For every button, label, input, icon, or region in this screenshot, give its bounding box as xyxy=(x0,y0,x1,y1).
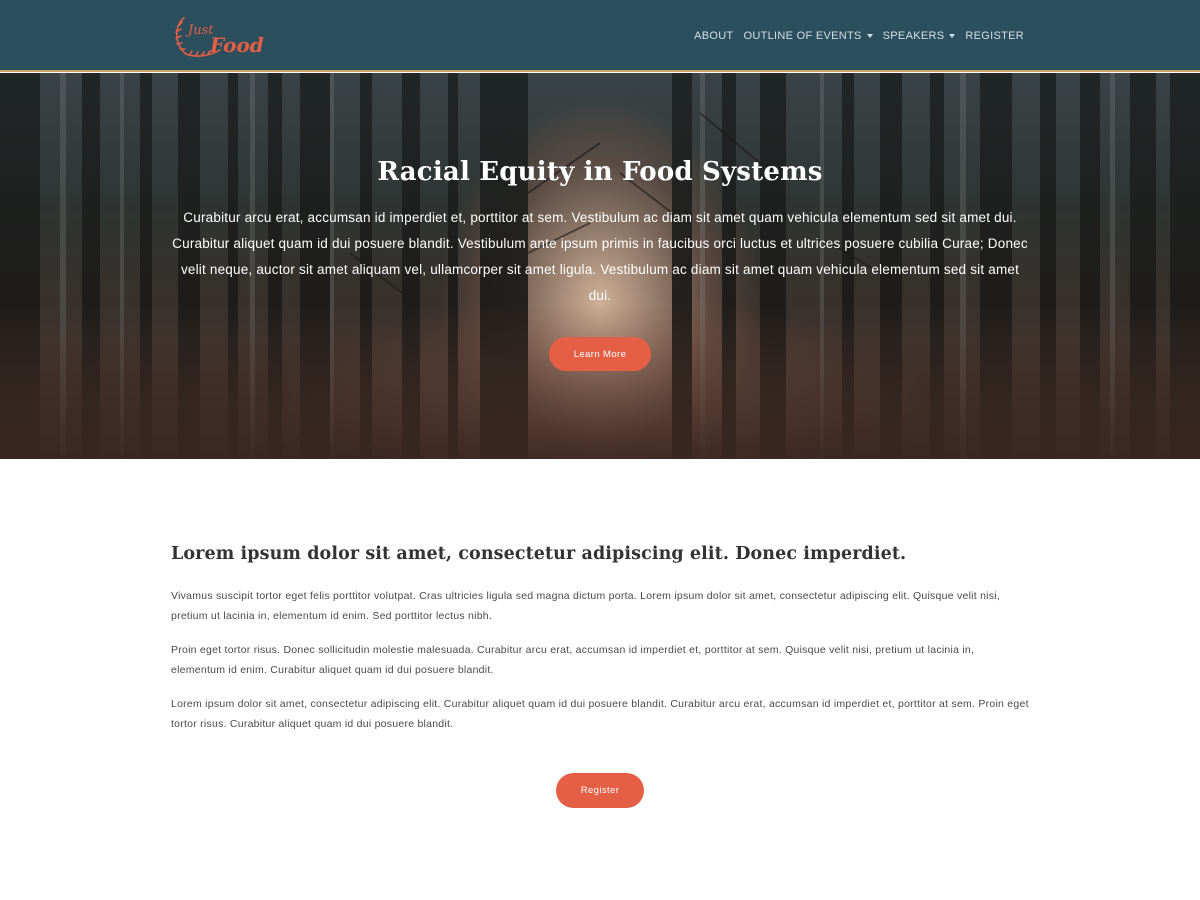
nav-about[interactable]: ABOUT xyxy=(694,30,733,42)
nav-speakers-label: SPEAKERS xyxy=(882,30,945,42)
nav-outline-label: OUTLINE OF EVENTS xyxy=(743,30,862,42)
learn-more-button[interactable]: Learn More xyxy=(549,337,651,371)
nav-register-label: REGISTER xyxy=(965,30,1024,42)
nav-about-label: ABOUT xyxy=(694,30,734,42)
register-button[interactable]: Register xyxy=(556,773,644,808)
section-heading: Lorem ipsum dolor sit amet, consectetur … xyxy=(171,544,907,564)
nav-register[interactable]: REGISTER xyxy=(965,30,1024,42)
nav-outline-of-events[interactable]: OUTLINE OF EVENTS xyxy=(743,30,873,42)
main-content: Lorem ipsum dolor sit amet, consectetur … xyxy=(171,544,1031,748)
logo-text-food: Food xyxy=(209,33,264,57)
paragraph: Proin eget tortor risus. Donec sollicitu… xyxy=(171,644,975,676)
just-food-logo[interactable]: Just Food xyxy=(170,12,266,60)
paragraph: Vivamus suscipit tortor eget felis portt… xyxy=(171,590,1000,622)
navbar: Just Food ABOUT OUTLINE OF EVENTS SPEAKE… xyxy=(0,0,1200,72)
hero-content: Racial Equity in Food Systems Curabitur … xyxy=(170,157,1030,309)
nav-speakers[interactable]: SPEAKERS xyxy=(883,30,956,42)
caret-down-icon xyxy=(866,34,873,38)
hero-title: Racial Equity in Food Systems xyxy=(377,157,823,187)
wheat-logo-icon: Just Food xyxy=(175,17,264,57)
hero-section: Racial Equity in Food Systems Curabitur … xyxy=(0,73,1200,459)
paragraph: Lorem ipsum dolor sit amet, consectetur … xyxy=(171,698,1029,730)
main-nav: ABOUT OUTLINE OF EVENTS SPEAKERS REGISTE… xyxy=(694,0,1024,72)
hero-description: Curabitur arcu erat, accumsan id imperdi… xyxy=(172,210,1028,303)
caret-down-icon xyxy=(949,34,956,38)
